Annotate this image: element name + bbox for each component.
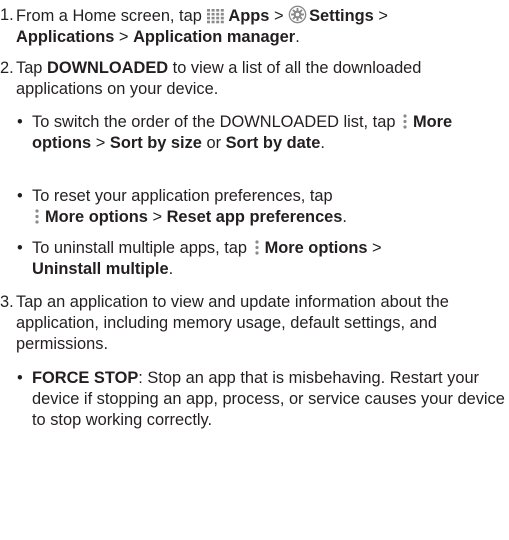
more-options-icon [35,209,39,224]
instructions-page: 1. From a Home screen, tap Apps > Settin… [0,0,509,540]
or-text: or [206,134,222,152]
sort-by-size-label: Sort by size [109,134,202,152]
period: . [342,208,347,226]
separator: > [118,28,129,46]
separator: > [95,134,106,152]
period: . [320,134,325,152]
applications-label: Applications [16,28,115,46]
apps-grid-icon [207,9,225,24]
step-2: 2. Tap DOWNLOADED to view a list of all … [0,58,505,100]
settings-label: Settings [309,7,374,25]
step-text: From a Home screen, tap [16,7,202,25]
bullet-dot: • [17,239,23,257]
bullet-text: To reset your application preferences, t… [32,187,333,205]
period: . [295,28,300,46]
separator: > [273,7,284,25]
bullet-sort: • To switch the order of the DOWNLOADED … [16,112,505,154]
more-options-icon [403,114,407,129]
period: . [168,260,174,278]
more-options-label: More options [45,208,148,226]
apps-label: Apps [228,7,270,25]
bullet-reset: • To reset your application preferences,… [16,186,505,228]
step-text: Tap an application to view and update in… [16,293,449,353]
step-number: 1. [0,6,14,24]
bullet-dot: • [17,369,23,387]
separator: > [378,7,388,25]
bullet-dot: • [17,187,23,205]
reset-app-preferences-label: Reset app preferences [166,208,343,226]
downloaded-label: DOWNLOADED [47,59,169,77]
settings-gear-icon [288,5,307,24]
bullet-text: To switch the order of the DOWNLOADED li… [32,113,396,131]
bullet-force-stop: • FORCE STOP: Stop an app that is misbeh… [16,368,505,431]
step-number: 2. [0,59,14,77]
uninstall-multiple-label: Uninstall multiple [32,260,169,278]
more-options-icon [254,240,259,255]
separator: > [152,208,163,226]
bullet-uninstall: • To uninstall multiple apps, tap More o… [16,238,505,280]
sort-by-date-label: Sort by date [225,134,321,152]
separator: > [372,239,382,257]
more-options-label: More options [264,239,368,257]
bullet-text: To uninstall multiple apps, tap [32,239,248,257]
force-stop-label: FORCE STOP [32,369,139,387]
step-1: 1. From a Home screen, tap Apps > Settin… [0,5,505,48]
step-3: 3. Tap an application to view and update… [0,292,505,355]
step-text: Tap [16,59,43,77]
bullet-dot: • [17,113,23,131]
step-number: 3. [0,293,14,311]
application-manager-label: Application manager [133,28,296,46]
